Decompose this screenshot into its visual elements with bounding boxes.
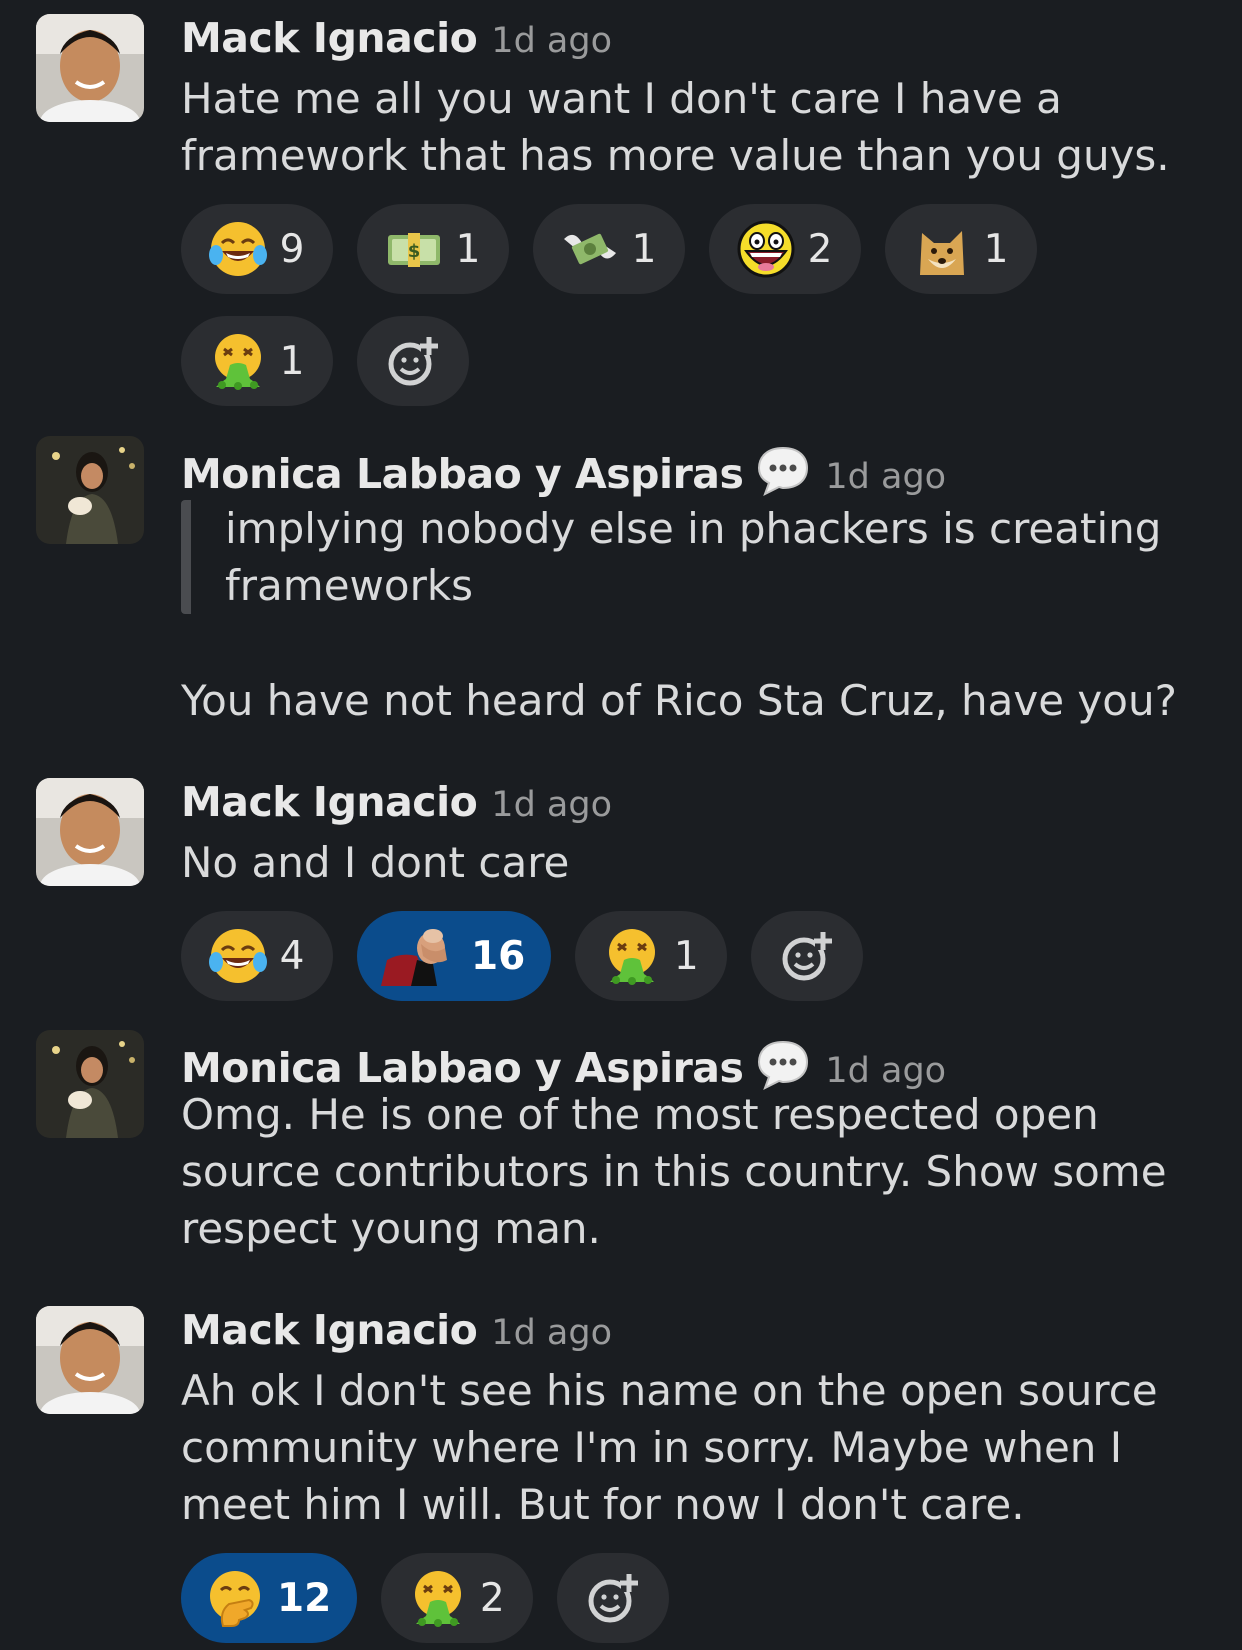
joy-face-icon <box>208 926 268 986</box>
message-feed: Mack Ignacio 1d ago Hate me all you want… <box>0 0 1242 1650</box>
reaction-count: 1 <box>631 226 657 272</box>
vomit-face-icon <box>408 1568 468 1628</box>
reaction-doge[interactable]: 1 <box>885 204 1037 294</box>
doge-icon <box>912 219 972 279</box>
author-name[interactable]: Mack Ignacio <box>181 1306 478 1354</box>
author-name[interactable]: Mack Ignacio <box>181 778 478 826</box>
reaction-count: 1 <box>455 226 481 272</box>
message-text: Ah ok I don't see his name on the open s… <box>181 1362 1202 1533</box>
add-reaction-icon <box>588 1574 639 1623</box>
vomit-face-icon <box>208 331 268 391</box>
reaction-hand-over-mouth[interactable]: 12 <box>181 1553 358 1643</box>
avatar[interactable] <box>36 1030 144 1138</box>
add-reaction-button[interactable] <box>557 1553 670 1643</box>
epic-face-icon <box>736 219 796 279</box>
avatar[interactable] <box>36 1306 144 1414</box>
reaction-count: 16 <box>471 933 526 979</box>
reaction-count: 1 <box>279 338 305 384</box>
message-line: Ah ok I don't see his name on the open s… <box>181 1366 1158 1415</box>
message-line: source contributors in this country. Sho… <box>181 1147 1167 1196</box>
timestamp[interactable]: 1d ago <box>491 1313 612 1353</box>
reaction-vomit[interactable]: 1 <box>575 911 728 1001</box>
reactions: 9 $ 1 1 2 1 1 <box>181 204 1081 406</box>
reaction-joy[interactable]: 4 <box>181 911 333 1001</box>
reaction-count: 4 <box>279 933 305 979</box>
reaction-vomit[interactable]: 1 <box>181 316 333 406</box>
money-wings-icon <box>560 219 620 279</box>
svg-text:$: $ <box>407 241 420 262</box>
quoted-text: implying nobody else in phackers is crea… <box>181 500 1202 614</box>
timestamp[interactable]: 1d ago <box>825 457 946 497</box>
facepalm-picard-icon <box>381 926 459 986</box>
message-text: Omg. He is one of the most respected ope… <box>181 1086 1202 1257</box>
add-reaction-icon <box>782 932 833 981</box>
add-reaction-button[interactable] <box>751 911 864 1001</box>
message-line: community where I'm in sorry. Maybe when… <box>181 1423 1123 1472</box>
message-line: No and I dont care <box>181 838 570 887</box>
message-line: framework that has more value than you g… <box>181 131 1170 180</box>
author-name[interactable]: Monica Labbao y Aspiras <box>181 450 744 498</box>
avatar[interactable] <box>36 436 144 544</box>
reaction-money-wings[interactable]: 1 <box>533 204 685 294</box>
timestamp[interactable]: 1d ago <box>491 785 612 825</box>
message-line: meet him I will. But for now I don't car… <box>181 1480 1025 1529</box>
author-name[interactable]: Monica Labbao y Aspiras <box>181 1044 744 1092</box>
hand-over-mouth-icon <box>205 1568 265 1628</box>
reaction-count: 2 <box>479 1575 505 1621</box>
add-reaction-icon <box>388 337 438 386</box>
reaction-epic[interactable]: 2 <box>709 204 861 294</box>
reaction-count: 12 <box>277 1575 332 1621</box>
joy-face-icon <box>208 219 268 279</box>
message-line: You have not heard of Rico Sta Cruz, hav… <box>181 676 1177 725</box>
quote-line: frameworks <box>225 561 474 610</box>
reaction-count: 1 <box>673 933 699 979</box>
reaction-joy[interactable]: 9 <box>181 204 333 294</box>
message-line: Hate me all you want I don't care I have… <box>181 74 1062 123</box>
reactions: 12 2 <box>181 1553 1081 1643</box>
reaction-count: 2 <box>807 226 833 272</box>
quote-line: implying nobody else in phackers is crea… <box>225 504 1162 553</box>
avatar[interactable] <box>36 778 144 886</box>
add-reaction-button[interactable] <box>357 316 469 406</box>
vomit-face-icon <box>602 926 662 986</box>
reaction-dollar[interactable]: $ 1 <box>357 204 509 294</box>
timestamp[interactable]: 1d ago <box>825 1051 946 1091</box>
reaction-count: 1 <box>983 226 1009 272</box>
reaction-count: 9 <box>279 226 305 272</box>
dollar-bill-icon: $ <box>384 219 444 279</box>
message-text: Hate me all you want I don't care I have… <box>181 70 1202 184</box>
message-line: Omg. He is one of the most respected ope… <box>181 1090 1099 1139</box>
timestamp[interactable]: 1d ago <box>491 21 612 61</box>
avatar[interactable] <box>36 14 144 122</box>
speech-balloon-icon <box>755 444 811 497</box>
speech-balloon-icon <box>755 1038 811 1091</box>
reaction-facepalm[interactable]: 16 <box>357 911 552 1001</box>
message-text: You have not heard of Rico Sta Cruz, hav… <box>181 672 1202 729</box>
message-line: respect young man. <box>181 1204 601 1253</box>
message-text: No and I dont care <box>181 834 1202 891</box>
reactions: 4 16 1 <box>181 911 1081 1001</box>
author-name[interactable]: Mack Ignacio <box>181 14 478 62</box>
reaction-vomit[interactable]: 2 <box>381 1553 534 1643</box>
